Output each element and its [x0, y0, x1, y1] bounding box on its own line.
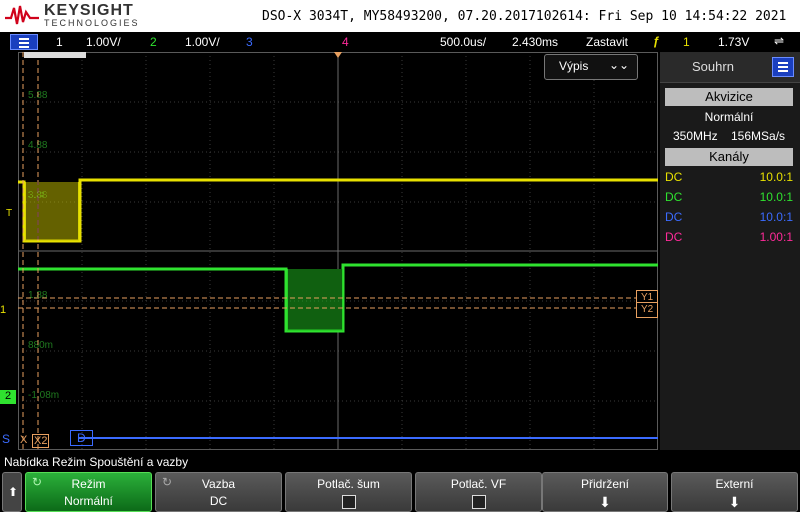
noise-reject-softkey[interactable]: Potlač. šum — [285, 472, 412, 512]
ch1-trace — [18, 178, 658, 243]
noise-reject-checkbox[interactable] — [341, 495, 356, 509]
keysight-wave-icon — [5, 5, 39, 25]
trigger-position-marker — [334, 52, 342, 58]
mode-softkey[interactable]: ↻ Režim Normální — [25, 472, 152, 512]
menu-message: Nabídka Režim Spouštění a vazby — [0, 452, 800, 472]
summary-title: Souhrn — [692, 59, 734, 74]
bandwidth: 350MHz — [672, 129, 718, 143]
vypis-button[interactable]: Výpis ⌄⌄ — [544, 54, 638, 80]
up-arrow-icon: ⬆ — [8, 485, 19, 499]
timebase[interactable]: 500.0us/ — [440, 35, 486, 49]
ch2-scale[interactable]: 1.00V/ — [185, 35, 220, 49]
sample-rate: 156MSa/s — [731, 129, 786, 143]
traces — [18, 52, 658, 450]
waveform-display[interactable]: 5.88 4.88 3.88 1.88 880m -1.08m Výpis — [18, 52, 659, 450]
trigger-mode-icon: ⇌ — [774, 34, 785, 48]
run-state[interactable]: Zastavit — [586, 35, 628, 49]
ch1-trigger-marker[interactable]: T — [6, 208, 12, 219]
header-bar: KEYSIGHT TECHNOLOGIES DSO-X 3034T, MY584… — [0, 0, 800, 32]
cursor-lines — [18, 52, 638, 450]
menu-icon[interactable] — [10, 34, 38, 50]
menu-icon[interactable] — [772, 57, 794, 77]
coupling-softkey[interactable]: ↻ Vazba DC — [155, 472, 282, 512]
softkey-bar: ⬆ ↻ Režim Normální ↻ Vazba DC Potlač. šu… — [0, 472, 800, 512]
trigger-edge-icon: ƒ — [653, 34, 660, 48]
ch1-scale[interactable]: 1.00V/ — [86, 35, 121, 49]
memory-bar — [24, 52, 86, 58]
summary-header[interactable]: Souhrn — [660, 52, 800, 83]
ch1-ground-marker[interactable]: 1 — [0, 304, 7, 316]
ch4-number[interactable]: 4 — [342, 35, 349, 49]
summary-panel: Souhrn Akvizice Normální 350MHz 156MSa/s… — [660, 52, 800, 450]
instrument-title: DSO-X 3034T, MY58493200, 07.20.201710261… — [262, 9, 787, 24]
status-bar: 1 1.00V/ 2 1.00V/ 3 4 500.0us/ 2.430ms Z… — [0, 32, 800, 52]
hf-reject-checkbox[interactable] — [471, 495, 486, 509]
back-button[interactable]: ⬆ — [2, 472, 22, 512]
acq-label: Akvizice — [665, 88, 793, 106]
ch1-number[interactable]: 1 — [56, 35, 63, 49]
digital-marker[interactable]: D — [70, 430, 93, 446]
holdoff-softkey[interactable]: Přidržení ⬇ — [542, 472, 668, 512]
ch3-number[interactable]: 3 — [246, 35, 253, 49]
hf-reject-softkey[interactable]: Potlač. VF — [415, 472, 542, 512]
y2-marker[interactable]: Y2 — [636, 302, 659, 318]
acq-rate-row: 350MHz 156MSa/s — [665, 129, 793, 143]
external-softkey[interactable]: Externí ⬇ — [671, 472, 798, 512]
channels-label: Kanály — [665, 148, 793, 166]
down-arrow-icon: ⬇ — [728, 494, 741, 510]
s-marker[interactable]: S — [2, 432, 10, 446]
trigger-channel[interactable]: 1 — [683, 35, 690, 49]
chevron-down-icon: ⌄⌄ — [609, 58, 630, 72]
down-arrow-icon: ⬇ — [599, 494, 611, 510]
ch2-number[interactable]: 2 — [150, 35, 157, 49]
brand-logo: KEYSIGHT TECHNOLOGIES — [4, 2, 140, 28]
delay[interactable]: 2.430ms — [512, 35, 558, 49]
brand-sub: TECHNOLOGIES — [44, 18, 140, 28]
trigger-level[interactable]: 1.73V — [718, 35, 749, 49]
ch2-ground-marker[interactable]: 2 — [0, 390, 16, 404]
acq-mode: Normální — [704, 110, 754, 124]
x2-marker[interactable]: X2 — [32, 434, 50, 448]
x1-marker[interactable]: X — [20, 434, 27, 446]
